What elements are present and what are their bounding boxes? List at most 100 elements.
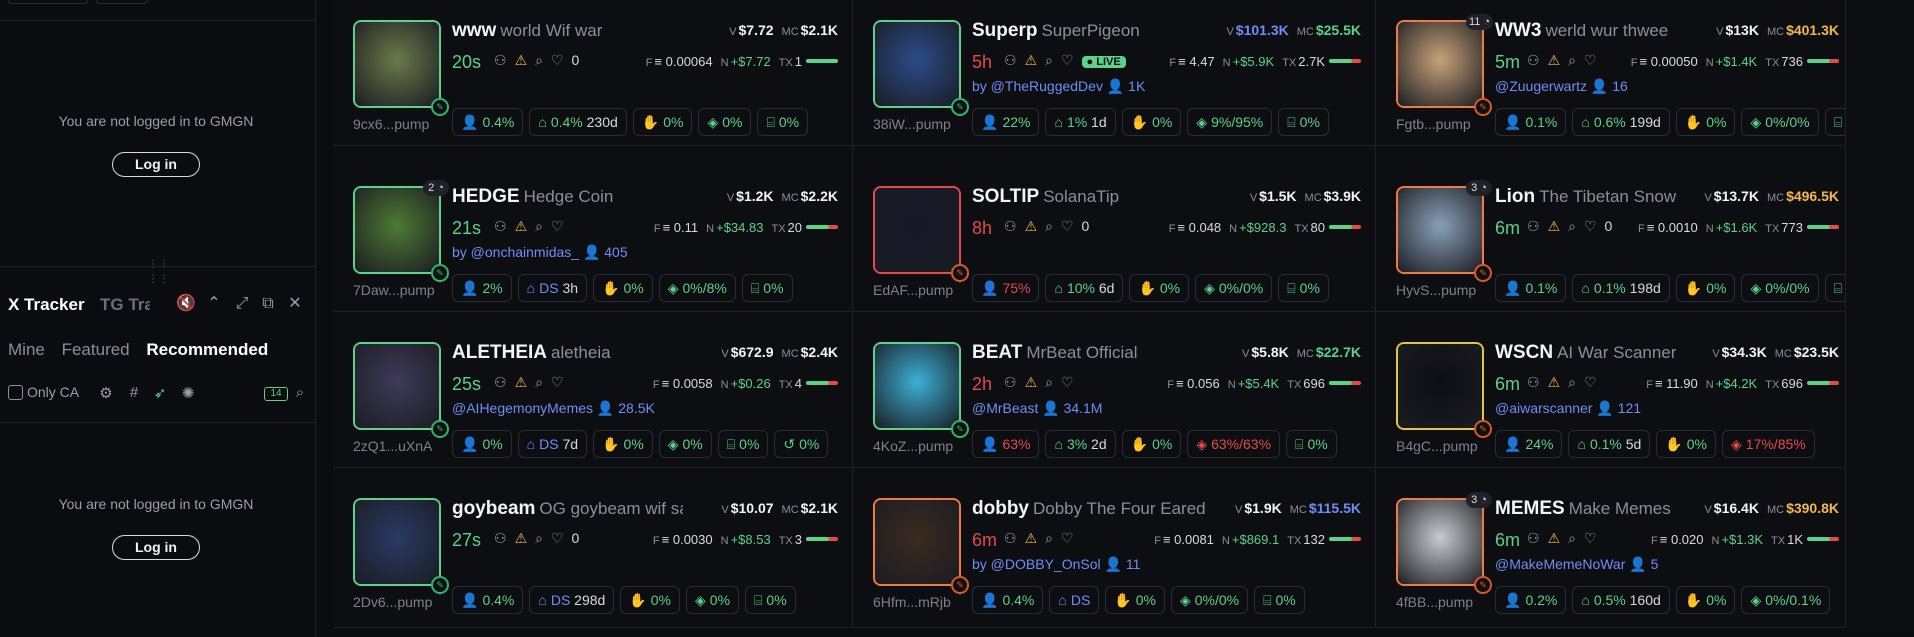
creator-link[interactable]: @aiwarscanner bbox=[1495, 400, 1592, 416]
token-avatar[interactable] bbox=[1396, 20, 1484, 108]
stat-pill[interactable]: ◈ 9%/95% bbox=[1187, 108, 1273, 136]
token-card[interactable]: ✎ B4gC...pump WSCN AI War Scanner 6m ⚇ ⚠ ⌕ ♡ @aiw… bbox=[1376, 312, 1845, 468]
search-icon[interactable]: ⌕ bbox=[290, 384, 310, 401]
token-avatar[interactable] bbox=[353, 20, 441, 108]
stat-pill[interactable]: ✋ 0% bbox=[593, 274, 653, 302]
stat-pill[interactable]: ⌸0% bbox=[1286, 430, 1337, 458]
stat-pill[interactable]: ⌸0% bbox=[757, 108, 809, 136]
token-address[interactable]: 4fBB...pump bbox=[1396, 594, 1473, 610]
stat-pill[interactable]: ✋ 0% bbox=[1105, 586, 1165, 614]
stat-pill[interactable]: ⌸0% bbox=[1824, 108, 1845, 136]
token-avatar[interactable] bbox=[353, 186, 441, 274]
stat-pill[interactable]: 👤 0.4% bbox=[452, 586, 524, 614]
stat-pill[interactable]: ⌂ DS 7d bbox=[517, 430, 588, 458]
tab-x-tracker[interactable]: X Tracker bbox=[8, 295, 85, 315]
token-card[interactable]: ✎ 4KoZ...pump BEAT MrBeat Official 2h ⚇ ⚠ ⌕ ♡ @Mr… bbox=[853, 312, 1375, 468]
stat-pill[interactable]: ✋ 0% bbox=[1121, 108, 1182, 136]
creator-handle[interactable]: @AIHegemonyMemes 👤 28.5K bbox=[452, 400, 655, 417]
warning-icon[interactable]: ⚠ bbox=[515, 218, 528, 234]
community-icon[interactable]: ⚇ bbox=[494, 530, 507, 546]
login-button[interactable]: Log in bbox=[112, 152, 200, 177]
search-icon[interactable]: ⌕ bbox=[535, 530, 543, 546]
stat-pill[interactable]: ⌂ 3% 2d bbox=[1045, 430, 1116, 458]
token-symbol[interactable]: HEDGE Hedge Coin bbox=[452, 186, 613, 208]
token-card[interactable]: ✎ 2zQ1...uXnA ALETHEIA aletheia 25s ⚇ ⚠ ⌕ ♡ @AIHe… bbox=[333, 312, 852, 468]
token-address[interactable]: 6Hfm...mRjb bbox=[873, 594, 951, 610]
stat-pill[interactable]: ⌸0% bbox=[717, 430, 769, 458]
token-card[interactable]: ✎ 9cx6...pump www world Wif war 20s ⚇ ⚠ ⌕ ♡ 0 V $7.… bbox=[333, 0, 852, 146]
creator-link[interactable]: by @TheRuggedDev bbox=[972, 78, 1103, 94]
creator-link[interactable]: @Zuugerwartz bbox=[1495, 78, 1587, 94]
stat-pill[interactable]: ✋ 0% bbox=[632, 108, 693, 136]
stat-pill[interactable]: 👤 22% bbox=[972, 108, 1040, 136]
token-address[interactable]: 7Daw...pump bbox=[353, 282, 435, 298]
stat-pill[interactable]: 👤 0% bbox=[452, 430, 512, 458]
stat-pill[interactable]: ✋ 0% bbox=[1656, 430, 1716, 458]
stat-pill[interactable]: ⌸0% bbox=[745, 586, 796, 614]
token-symbol[interactable]: SOLTIP SolanaTip bbox=[972, 186, 1119, 208]
stat-pill[interactable]: ◈ 0%/0.1% bbox=[1741, 586, 1831, 614]
settings-icon[interactable]: ⚙ bbox=[96, 384, 116, 402]
stat-pill[interactable]: ⌸0% bbox=[1824, 274, 1845, 302]
tab-recommended[interactable]: Recommended bbox=[146, 340, 268, 359]
creator-handle[interactable]: by @DOBBY_OnSol 👤 11 bbox=[972, 556, 1140, 573]
rocket-icon[interactable]: ➶ bbox=[150, 384, 170, 402]
community-icon[interactable]: ⚇ bbox=[494, 52, 507, 68]
token-symbol[interactable]: dobby Dobby The Four Eared bbox=[972, 498, 1206, 520]
heart-icon[interactable]: ♡ bbox=[1584, 374, 1597, 390]
creator-handle[interactable]: @MrBeast 👤 34.1M bbox=[972, 400, 1102, 417]
warning-icon[interactable]: ⚠ bbox=[1548, 218, 1561, 234]
token-card[interactable]: ✎ EdAF...pump SOLTIP SolanaTip 8h ⚇ ⚠ ⌕ ♡ 0 V $1.5K… bbox=[853, 156, 1375, 312]
stat-pill[interactable]: ⌸0% bbox=[741, 274, 793, 302]
resize-handle[interactable]: ⋮⋮ bbox=[148, 259, 169, 270]
warning-icon[interactable]: ⚠ bbox=[1025, 374, 1038, 390]
stat-pill[interactable]: ⌂ 0.5% 160d bbox=[1572, 586, 1670, 614]
token-address[interactable]: HyvS...pump bbox=[1396, 282, 1476, 298]
close-icon[interactable]: ✕ bbox=[285, 294, 305, 314]
stat-pill[interactable]: 👤 63% bbox=[972, 430, 1040, 458]
top-tab-stub[interactable] bbox=[96, 0, 148, 4]
heart-icon[interactable]: ♡ bbox=[551, 218, 564, 234]
token-symbol[interactable]: ALETHEIA aletheia bbox=[452, 342, 611, 364]
stat-pill[interactable]: ⌸0% bbox=[1278, 108, 1329, 136]
creator-link[interactable]: @AIHegemonyMemes bbox=[452, 400, 593, 416]
only-ca-checkbox[interactable] bbox=[8, 385, 23, 400]
stat-pill[interactable]: ✋ 0% bbox=[1129, 274, 1190, 302]
creator-handle[interactable]: by @onchainmidas_ 👤 405 bbox=[452, 244, 628, 261]
heart-icon[interactable]: ♡ bbox=[551, 52, 564, 68]
popout-icon[interactable]: ⧉ bbox=[258, 294, 278, 314]
stat-pill[interactable]: ◈ 0%/0% bbox=[1741, 108, 1819, 136]
stat-pill[interactable]: 👤 0.1% bbox=[1495, 274, 1567, 302]
search-icon[interactable]: ⌕ bbox=[1568, 52, 1576, 68]
stat-pill[interactable]: ⌂ 10% 6d bbox=[1045, 274, 1124, 302]
community-icon[interactable]: ⚇ bbox=[1004, 374, 1017, 390]
tab-featured[interactable]: Featured bbox=[62, 340, 130, 359]
community-icon[interactable]: ⚇ bbox=[1527, 530, 1540, 546]
warning-icon[interactable]: ⚠ bbox=[1548, 52, 1561, 68]
drag-handle-icon[interactable]: ⋮⋮ bbox=[148, 274, 169, 285]
stat-pill[interactable]: 👤 0.1% bbox=[1495, 108, 1567, 136]
token-symbol[interactable]: BEAT MrBeat Official bbox=[972, 342, 1137, 364]
stat-pill[interactable]: ◈ 17%/85% bbox=[1722, 430, 1815, 458]
warning-icon[interactable]: ⚠ bbox=[1025, 218, 1038, 234]
stat-pill[interactable]: ✋ 0% bbox=[1675, 586, 1736, 614]
heart-icon[interactable]: ♡ bbox=[551, 374, 564, 390]
creator-handle[interactable]: @Zuugerwartz 👤 16 bbox=[1495, 78, 1628, 95]
stat-pill[interactable]: ✋ 0% bbox=[593, 430, 653, 458]
token-avatar[interactable] bbox=[1396, 342, 1484, 430]
stat-pill[interactable]: ⌂ 1% 1d bbox=[1045, 108, 1116, 136]
stat-pill[interactable]: ◈ 0% bbox=[658, 430, 712, 458]
heart-icon[interactable]: ♡ bbox=[1061, 374, 1074, 390]
token-symbol[interactable]: goybeam OG goybeam wif san bbox=[452, 498, 683, 520]
stat-pill[interactable]: ⌂ DS 3h bbox=[517, 274, 588, 302]
community-icon[interactable]: ⚇ bbox=[494, 218, 507, 234]
token-avatar[interactable] bbox=[873, 20, 961, 108]
search-icon[interactable]: ⌕ bbox=[1568, 374, 1576, 390]
token-address[interactable]: 9cx6...pump bbox=[353, 116, 429, 132]
search-icon[interactable]: ⌕ bbox=[1045, 374, 1053, 390]
expand-icon[interactable]: ⤢ bbox=[232, 294, 252, 314]
stat-pill[interactable]: 👤 2% bbox=[452, 274, 512, 302]
stat-pill[interactable]: ⌸0% bbox=[1278, 274, 1329, 302]
token-card[interactable]: ✎ 11 ◔ Fgtb...pump WW3 werld wur thwee 5m ⚇ ⚠ ⌕ ♡… bbox=[1376, 0, 1845, 146]
chevron-up-icon[interactable]: ⌃ bbox=[204, 294, 224, 314]
